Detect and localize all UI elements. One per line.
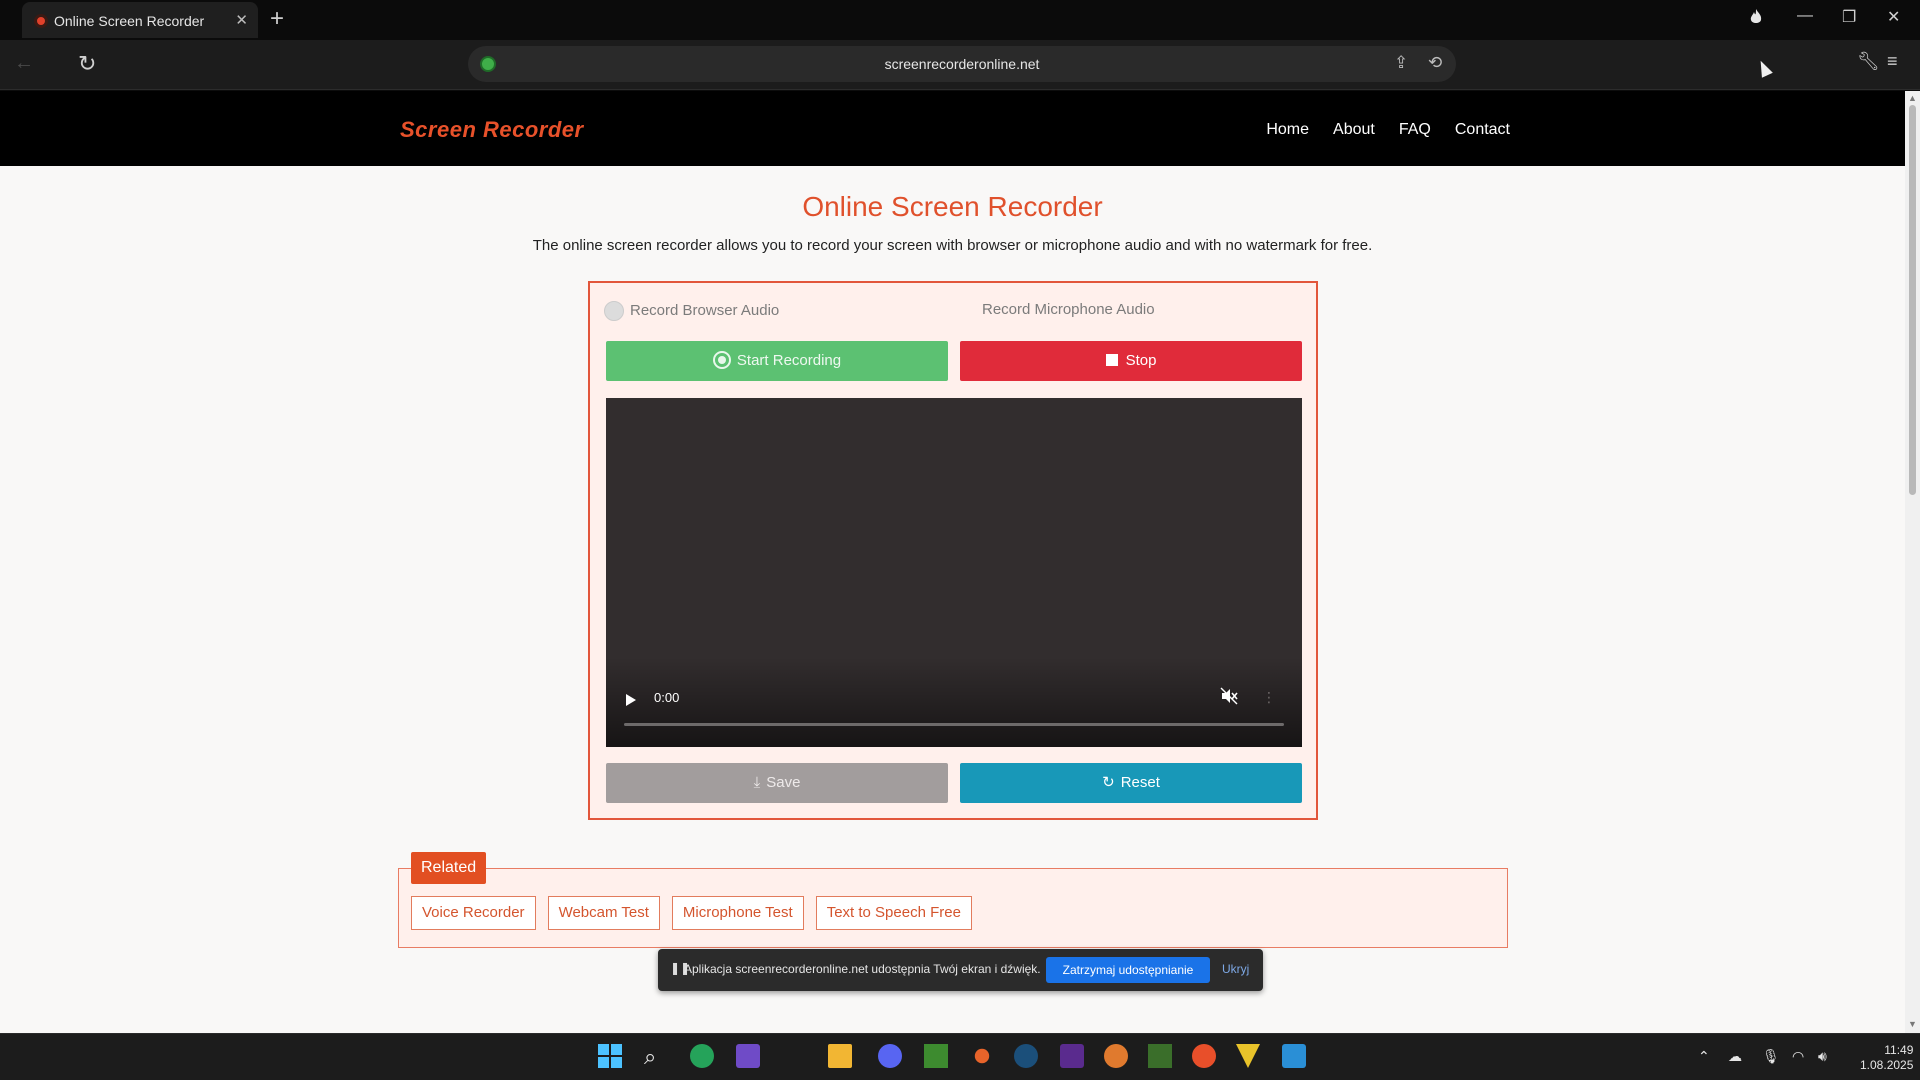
browser-tab[interactable]: Online Screen Recorder ✕ bbox=[22, 2, 258, 38]
discord-icon[interactable] bbox=[878, 1044, 902, 1068]
close-tab-icon[interactable]: ✕ bbox=[235, 11, 248, 29]
site-logo[interactable]: Screen Recorder bbox=[400, 117, 584, 143]
show-hidden-icons-icon[interactable]: ⌃ bbox=[1698, 1048, 1710, 1065]
scroll-up-icon[interactable]: ▲ bbox=[1908, 93, 1917, 103]
video-progress-bar[interactable] bbox=[624, 723, 1284, 726]
page-scrollbar[interactable]: ▲ ▼ bbox=[1905, 91, 1920, 1033]
stop-label: Stop bbox=[1125, 352, 1157, 369]
wifi-icon[interactable]: ◠ bbox=[1792, 1048, 1804, 1065]
stop-icon bbox=[1105, 354, 1118, 366]
related-link-microphone-test[interactable]: Microphone Test bbox=[671, 896, 804, 930]
muted-icon[interactable] bbox=[1220, 687, 1238, 705]
start-recording-button[interactable]: Start Recording bbox=[606, 341, 948, 381]
hide-button[interactable]: Ukryj bbox=[1222, 962, 1249, 976]
url-text[interactable]: screenrecorderonline.net bbox=[468, 56, 1456, 72]
related-link-voice-recorder[interactable]: Voice Recorder bbox=[411, 896, 536, 930]
page-viewport: Screen Recorder Home About FAQ Contact O… bbox=[0, 91, 1905, 1033]
new-tab-icon[interactable]: + bbox=[270, 5, 284, 33]
download-icon: ⤓ bbox=[753, 774, 761, 791]
page-title: Online Screen Recorder bbox=[802, 191, 1103, 222]
play-icon[interactable] bbox=[626, 694, 636, 706]
site-header: Screen Recorder Home About FAQ Contact bbox=[0, 91, 1905, 166]
brave-browser-icon[interactable] bbox=[1192, 1044, 1216, 1068]
clock-time: 11:49 bbox=[1884, 1043, 1914, 1057]
clock-date: 1.08.2025 bbox=[1860, 1058, 1914, 1072]
back-icon[interactable]: ← bbox=[14, 52, 34, 75]
related-link-webcam-test[interactable]: Webcam Test bbox=[547, 896, 660, 930]
related-link-text-to-speech[interactable]: Text to Speech Free bbox=[815, 896, 972, 930]
scroll-thumb[interactable] bbox=[1909, 105, 1916, 495]
browser-toolbar: ← ↻ screenrecorderonline.net ⇪ ⟲ 🔧︎ ≡ bbox=[0, 40, 1920, 90]
start-menu-icon[interactable] bbox=[598, 1044, 622, 1068]
wallet-icon[interactable]: ⟲ bbox=[1428, 53, 1442, 73]
related-tag: Related bbox=[411, 852, 487, 884]
app-blue-icon[interactable] bbox=[1282, 1044, 1306, 1068]
stop-sharing-button[interactable]: Zatrzymaj udostępnianie bbox=[1046, 957, 1210, 983]
nav-faq[interactable]: FAQ bbox=[1399, 121, 1431, 139]
screen-share-notification: ❚❚ Aplikacja screenrecorderonline.net ud… bbox=[658, 949, 1263, 991]
search-icon[interactable]: ⌕ bbox=[644, 1044, 668, 1069]
file-explorer-icon[interactable] bbox=[828, 1044, 852, 1068]
video-controls-shade bbox=[606, 657, 1302, 747]
reset-button[interactable]: ↻ Reset bbox=[960, 763, 1302, 803]
minecraft-icon[interactable] bbox=[924, 1044, 948, 1068]
reload-icon[interactable]: ↻ bbox=[78, 51, 96, 77]
share-message: Aplikacja screenrecorderonline.net udost… bbox=[684, 962, 1041, 976]
stop-button[interactable]: Stop bbox=[960, 341, 1302, 381]
app-orange-icon[interactable] bbox=[974, 1048, 990, 1064]
visual-studio-icon[interactable] bbox=[1060, 1044, 1084, 1068]
browser-tab-bar: Online Screen Recorder ✕ + — ❐ ✕ bbox=[0, 0, 1920, 40]
browser-audio-checkbox[interactable] bbox=[604, 301, 624, 321]
browser-audio-label: Record Browser Audio bbox=[630, 301, 780, 319]
nav-about[interactable]: About bbox=[1333, 121, 1375, 139]
minimize-icon[interactable]: — bbox=[1797, 7, 1813, 25]
save-label: Save bbox=[766, 774, 801, 791]
whatsapp-icon[interactable] bbox=[690, 1044, 714, 1068]
reset-label: Reset bbox=[1120, 774, 1160, 791]
cloud-icon[interactable]: ☁ bbox=[1728, 1048, 1742, 1065]
tools-icon[interactable]: 🔧︎ bbox=[1857, 51, 1880, 72]
video-time: 0:00 bbox=[654, 690, 680, 705]
tab-title: Online Screen Recorder bbox=[54, 13, 205, 29]
recorder-panel: Record Browser Audio Record Microphone A… bbox=[588, 281, 1318, 820]
recorder-favicon-icon bbox=[34, 14, 48, 28]
related-links: Voice Recorder Webcam Test Microphone Te… bbox=[411, 896, 972, 930]
mic-audio-option[interactable]: Record Microphone Audio bbox=[982, 301, 1155, 318]
page-description: The online screen recorder allows you to… bbox=[532, 237, 1373, 254]
more-options-icon[interactable]: ⋮ bbox=[1262, 689, 1276, 706]
nav-contact[interactable]: Contact bbox=[1455, 121, 1510, 139]
start-recording-label: Start Recording bbox=[736, 352, 842, 369]
video-player[interactable]: 0:00 ⋮ bbox=[606, 398, 1302, 747]
onenote-icon[interactable] bbox=[736, 1044, 760, 1068]
browser-audio-option[interactable]: Record Browser Audio bbox=[604, 301, 779, 321]
volume-icon[interactable]: 🔊︎ bbox=[1818, 1048, 1827, 1065]
record-icon bbox=[712, 351, 731, 369]
save-button[interactable]: ⤓ Save bbox=[606, 763, 948, 803]
clock[interactable]: 11:49 1.08.2025 bbox=[1860, 1043, 1913, 1073]
menu-icon[interactable]: ≡ bbox=[1887, 51, 1898, 72]
nav-home[interactable]: Home bbox=[1266, 121, 1309, 139]
flame-icon[interactable] bbox=[1748, 8, 1764, 26]
taskbar: ⌕ ⌃ ☁ 🎙︎ ◠ 🔊︎ 11:49 1.08.2025 bbox=[0, 1033, 1920, 1080]
reset-icon: ↻ bbox=[1102, 774, 1115, 791]
restore-icon[interactable]: ❐ bbox=[1842, 7, 1856, 27]
related-section: Related Voice Recorder Webcam Test Micro… bbox=[398, 852, 1508, 948]
site-nav: Home About FAQ Contact bbox=[1266, 121, 1510, 139]
close-window-icon[interactable]: ✕ bbox=[1887, 7, 1900, 27]
microphone-icon[interactable]: 🎙︎ bbox=[1762, 1048, 1780, 1065]
mic-audio-label: Record Microphone Audio bbox=[982, 301, 1155, 318]
steam-icon[interactable] bbox=[1014, 1044, 1038, 1068]
norton-icon[interactable] bbox=[1236, 1044, 1260, 1068]
app-green-icon[interactable] bbox=[1148, 1044, 1172, 1068]
scroll-down-icon[interactable]: ▼ bbox=[1908, 1019, 1917, 1029]
share-page-icon[interactable]: ⇪ bbox=[1394, 53, 1408, 73]
app-badge-icon[interactable] bbox=[1104, 1044, 1128, 1068]
address-bar[interactable]: screenrecorderonline.net ⇪ ⟲ bbox=[468, 46, 1456, 82]
